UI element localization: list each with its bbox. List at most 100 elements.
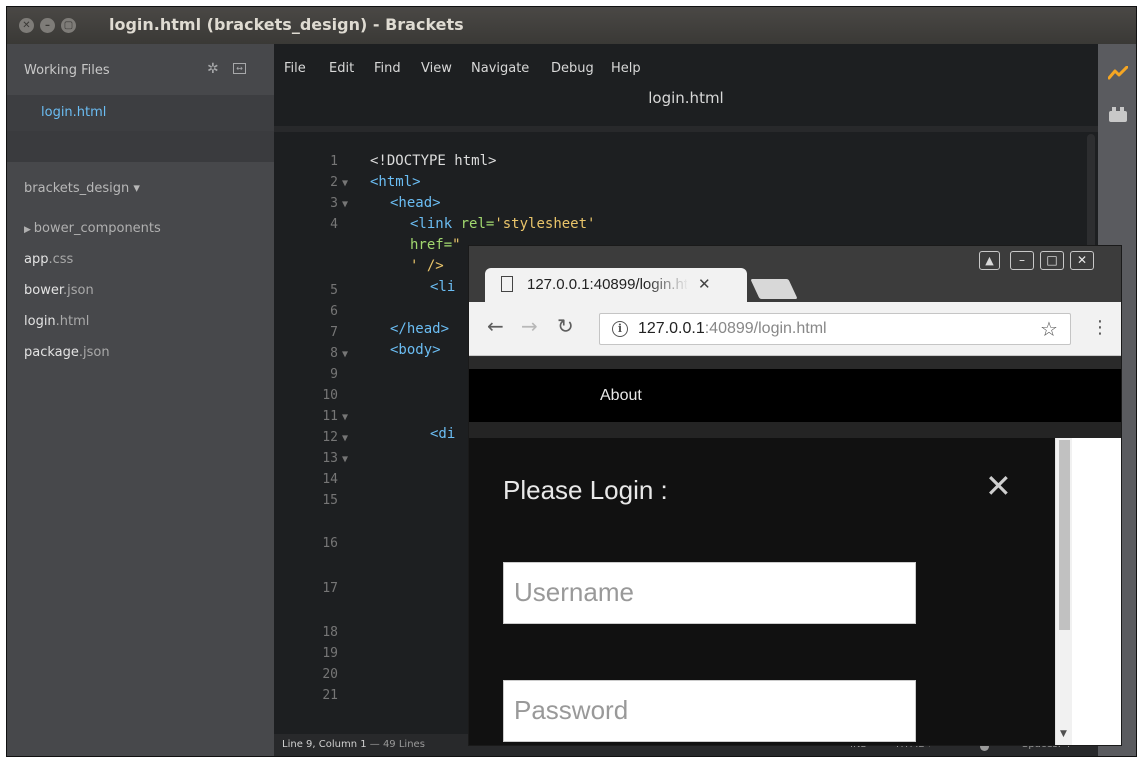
menu-file[interactable]: File: [284, 61, 306, 76]
minimize-icon[interactable]: –: [1010, 251, 1034, 270]
code-line[interactable]: <!DOCTYPE html>: [370, 153, 496, 169]
project-dropdown[interactable]: brackets_design ▾: [24, 181, 140, 196]
bookmark-star-icon[interactable]: ☆: [1040, 317, 1058, 341]
code-token: <head>: [390, 195, 441, 211]
password-field[interactable]: Password: [503, 680, 916, 742]
new-tab-button[interactable]: [750, 279, 798, 299]
minimize-window-icon[interactable]: –: [40, 18, 55, 33]
cursor-position[interactable]: Line 9, Column 1 — 49 Lines: [282, 739, 425, 750]
tree-item-ext: .json: [78, 345, 110, 360]
working-files-title: Working Files: [24, 63, 110, 78]
fold-arrow-icon[interactable]: ▼: [342, 199, 348, 210]
line-number: 5: [330, 283, 338, 298]
page-viewport: About Please Login : ✕ Username Password…: [469, 357, 1121, 745]
code-line[interactable]: <li: [430, 279, 455, 295]
fold-arrow-icon[interactable]: ▼: [342, 412, 348, 423]
code-line[interactable]: href=": [410, 237, 461, 253]
nav-link-about[interactable]: About: [600, 387, 642, 405]
live-preview-icon[interactable]: [1108, 66, 1128, 80]
code-token: <body>: [390, 342, 441, 358]
line-number: 12: [322, 430, 338, 445]
document-title: login.html: [648, 89, 724, 107]
line-number: 16: [322, 536, 338, 551]
info-icon[interactable]: i: [612, 321, 628, 337]
username-field[interactable]: Username: [503, 562, 916, 624]
extension-manager-icon[interactable]: [1109, 107, 1127, 122]
tree-item-label: bower_components: [33, 221, 161, 236]
fold-arrow-icon[interactable]: ▼: [342, 454, 348, 465]
tree-item-bower-json[interactable]: bower.json: [24, 283, 94, 298]
editor-divider: [274, 126, 1098, 132]
menu-edit[interactable]: Edit: [329, 61, 354, 76]
menu-help[interactable]: Help: [611, 61, 641, 76]
line-number: 9: [330, 367, 338, 382]
code-line[interactable]: <body>: [390, 342, 441, 358]
url-text: 127.0.0.1:40899/login.html: [638, 320, 827, 338]
tree-item-label: package: [24, 345, 79, 360]
code-token: ": [452, 237, 461, 253]
code-line[interactable]: <html>: [370, 174, 421, 190]
tree-item-app-css[interactable]: app.css: [24, 252, 73, 267]
scroll-down-arrow-icon[interactable]: ▼: [1060, 729, 1067, 739]
login-modal: Please Login : ✕ Username Password: [469, 438, 1055, 745]
code-line[interactable]: <di: [430, 426, 455, 442]
line-number: 4: [330, 217, 338, 232]
line-number: 6: [330, 304, 338, 319]
code-line[interactable]: <link rel='stylesheet': [410, 216, 595, 232]
menu-navigate[interactable]: Navigate: [471, 61, 529, 76]
browser-window: 127.0.0.1:40899/login.html ✕ ▲ – □ ✕ ← →…: [468, 245, 1122, 746]
page-navbar: About: [469, 369, 1121, 422]
menu-find[interactable]: Find: [374, 61, 401, 76]
menu-view[interactable]: View: [421, 61, 452, 76]
url-host: 127.0.0.1: [638, 320, 705, 337]
tree-item-label: bower: [24, 283, 63, 298]
page-scrollbar-thumb[interactable]: [1059, 440, 1070, 630]
browser-tab[interactable]: 127.0.0.1:40899/login.html ✕: [485, 268, 747, 302]
user-profile-icon[interactable]: ▲: [979, 251, 1000, 270]
working-file-label: login.html: [41, 105, 107, 120]
line-number: 19: [322, 646, 338, 661]
gear-icon[interactable]: ✲: [207, 61, 219, 77]
back-arrow-icon[interactable]: ←: [487, 316, 504, 336]
tree-item-login-html[interactable]: login.html: [24, 314, 89, 329]
page-scrollbar[interactable]: ▼: [1055, 438, 1072, 745]
brackets-window: ✕ – ▢ login.html (brackets_design) - Bra…: [6, 6, 1137, 757]
code-token: </head>: [390, 321, 450, 337]
tab-close-icon[interactable]: ✕: [698, 275, 711, 293]
working-file-item[interactable]: login.html: [7, 95, 274, 131]
browser-menu-icon[interactable]: ⋮: [1091, 318, 1109, 338]
tree-item-bower-components[interactable]: ▶ bower_components: [24, 221, 161, 236]
fold-arrow-icon[interactable]: ▼: [342, 349, 348, 360]
maximize-icon[interactable]: □: [1040, 251, 1064, 270]
close-icon[interactable]: ✕: [1070, 251, 1094, 270]
split-view-icon[interactable]: ↔: [233, 63, 246, 74]
maximize-window-icon[interactable]: ▢: [61, 18, 76, 33]
title-bar: ✕ – ▢ login.html (brackets_design) - Bra…: [7, 7, 1136, 44]
line-number: 17: [322, 581, 338, 596]
code-line[interactable]: <head>: [390, 195, 441, 211]
code-token: ' />: [410, 258, 444, 274]
menu-bar: File Edit Find View Navigate Debug Help: [274, 44, 1098, 80]
forward-arrow-icon[interactable]: →: [521, 316, 538, 336]
code-token: <html>: [370, 174, 421, 190]
line-number: 13: [322, 451, 338, 466]
tree-item-package-json[interactable]: package.json: [24, 345, 110, 360]
code-token: <link: [410, 216, 453, 232]
address-bar[interactable]: i 127.0.0.1:40899/login.html ☆: [599, 313, 1071, 345]
url-path: :40899/login.html: [704, 320, 827, 337]
line-number: 14: [322, 472, 338, 487]
code-line[interactable]: ' />: [410, 258, 444, 274]
tree-item-ext: .css: [48, 252, 74, 267]
fold-arrow-icon[interactable]: ▼: [342, 178, 348, 189]
line-number: 21: [322, 688, 338, 703]
modal-close-icon[interactable]: ✕: [985, 470, 1012, 502]
fold-arrow-icon[interactable]: ▼: [342, 433, 348, 444]
sidebar-divider: [7, 131, 274, 162]
line-number: 11: [322, 409, 338, 424]
close-window-icon[interactable]: ✕: [19, 18, 34, 33]
menu-debug[interactable]: Debug: [551, 61, 594, 76]
code-line[interactable]: </head>: [390, 321, 449, 337]
reload-icon[interactable]: ↻: [557, 316, 574, 336]
line-number: 18: [322, 625, 338, 640]
line-number: 10: [322, 388, 338, 403]
